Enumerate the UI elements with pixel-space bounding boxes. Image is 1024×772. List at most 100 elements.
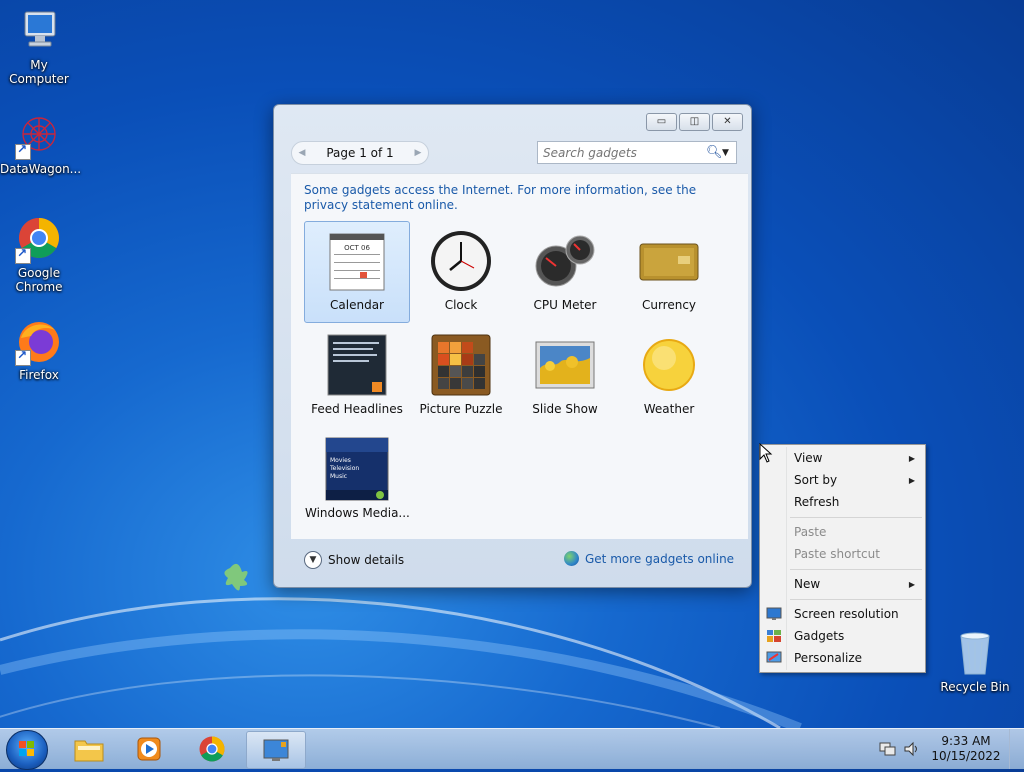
gadget-feed-headlines[interactable]: Feed Headlines [304,325,410,427]
recycle-bin-icon [951,630,999,678]
taskbar-explorer-button[interactable] [60,731,118,767]
desktop-icon-label: Recycle Bin [940,680,1010,694]
desktop-icon-google-chrome[interactable]: Google Chrome [0,216,78,294]
desktop-icon-firefox[interactable]: Firefox [0,318,78,382]
gadget-calendar[interactable]: OCT 06 Calendar [304,221,410,323]
search-dropdown-icon[interactable]: ▼ [722,148,736,158]
gadgets-icon [767,630,781,642]
gadget-name: Feed Headlines [311,402,403,416]
gadget-slide-show[interactable]: Slide Show [512,325,618,427]
search-input[interactable] [538,144,706,161]
screen-resolution-icon [766,607,782,620]
feed-headlines-icon [324,332,390,398]
media-line-television: Television [329,465,359,472]
gadget-name: Weather [643,402,695,416]
chrome-icon [15,216,63,264]
gadget-windows-media[interactable]: Movies Television Music Windows Media... [304,429,410,531]
menu-separator [790,517,922,518]
start-button[interactable] [6,730,48,770]
gadget-weather[interactable]: Weather [616,325,722,427]
windows-logo-icon [19,741,34,756]
restore-button[interactable]: ◫ [679,113,710,131]
privacy-notice-link[interactable]: Some gadgets access the Internet. For mo… [304,183,714,213]
minimize-icon: ▭ [656,116,667,127]
shortcut-arrow-icon [15,142,31,160]
menu-item-gadgets[interactable]: Gadgets [762,625,923,647]
gadget-name: Clock [444,298,478,312]
gadget-clock[interactable]: Clock [408,221,514,323]
menu-item-paste-shortcut[interactable]: Paste shortcut [762,543,923,565]
menu-separator [790,569,922,570]
show-desktop-button[interactable] [1009,729,1024,769]
prev-page-button[interactable]: ◀ [292,143,312,163]
menu-item-label: Screen resolution [794,607,899,621]
taskbar-media-player-button[interactable] [120,731,178,767]
menu-item-personalize[interactable]: Personalize [762,647,923,669]
menu-item-label: Paste shortcut [794,547,880,561]
menu-item-label: View [794,451,823,465]
next-page-button[interactable]: ▶ [408,143,428,163]
desktop-context-menu: View ▶ Sort by ▶ Refresh Paste Paste sho… [759,444,926,673]
menu-item-paste[interactable]: Paste [762,521,923,543]
gadget-cpu-meter[interactable]: CPU Meter [512,221,618,323]
slide-show-icon [532,332,598,398]
shortcut-arrow-icon [15,246,31,264]
restore-icon: ◫ [689,116,700,127]
chevron-left-icon: ◀ [298,148,306,158]
globe-icon [564,551,579,566]
menu-item-refresh[interactable]: Refresh [762,491,923,513]
desktop-icon-label: Firefox [19,368,59,382]
gadget-name: Windows Media... [305,506,410,520]
show-details-button[interactable]: ▼ Show details [304,551,404,569]
taskbar-clock[interactable]: 9:33 AM 10/15/2022 [931,734,1001,764]
gadget-name: Picture Puzzle [419,402,503,416]
datawagon-icon [15,112,63,160]
search-box: 🔍︎ ▼ [537,141,737,164]
window-controls: ▭ ◫ ✕ [646,113,743,131]
get-more-gadgets-link[interactable]: Get more gadgets online [564,551,734,566]
search-icon[interactable]: 🔍︎ [706,145,723,160]
desktop-icon-label: My Computer [9,58,69,86]
menu-item-sort-by[interactable]: Sort by ▶ [762,469,923,491]
menu-separator [790,599,922,600]
folder-icon [74,740,104,762]
close-button[interactable]: ✕ [712,113,743,131]
menu-item-label: New [794,577,821,591]
minimize-button[interactable]: ▭ [646,113,677,131]
currency-icon [636,228,702,294]
gadgets-window[interactable]: ▭ ◫ ✕ ◀ Page 1 of 1 ▶ 🔍︎ ▼ Some gadgets … [273,104,752,588]
menu-item-new[interactable]: New ▶ [762,573,923,595]
get-more-gadgets-label: Get more gadgets online [585,551,735,566]
menu-item-label: Refresh [794,495,840,509]
close-icon: ✕ [723,116,732,127]
show-details-label: Show details [328,553,405,567]
page-label: Page 1 of 1 [326,146,394,160]
taskbar-gadgets-button[interactable] [246,731,306,769]
menu-item-screen-resolution[interactable]: Screen resolution [762,603,923,625]
gadget-name: Slide Show [532,402,598,416]
chrome-icon [199,736,225,762]
desktop-icon-label: DataWagon... [0,162,82,176]
submenu-arrow-icon: ▶ [908,475,915,485]
gadget-name: Calendar [330,298,384,312]
menu-item-label: Personalize [794,651,863,665]
desktop-icon-my-computer[interactable]: My Computer [0,8,78,86]
calendar-icon: OCT 06 [324,228,390,294]
media-line-movies: Movies [330,457,351,464]
personalize-icon [766,651,782,663]
volume-icon[interactable] [903,741,921,757]
clock-date: 10/15/2022 [931,749,1001,763]
menu-item-view[interactable]: View ▶ [762,447,923,469]
windows-media-center-icon: Movies Television Music [324,436,390,502]
gadget-currency[interactable]: Currency [616,221,722,323]
gadget-picture-puzzle[interactable]: Picture Puzzle [408,325,514,427]
desktop-icon-label: Google Chrome [15,266,63,294]
gadget-name: CPU Meter [533,298,597,312]
firefox-icon [15,318,63,366]
gadget-name: Currency [641,298,697,312]
network-icon[interactable] [879,741,897,757]
desktop-icon-recycle-bin[interactable]: Recycle Bin [936,630,1014,694]
taskbar-chrome-button[interactable] [183,731,241,767]
desktop-icon-datawagon[interactable]: DataWagon... [0,112,82,176]
weather-sun-icon [636,332,702,398]
